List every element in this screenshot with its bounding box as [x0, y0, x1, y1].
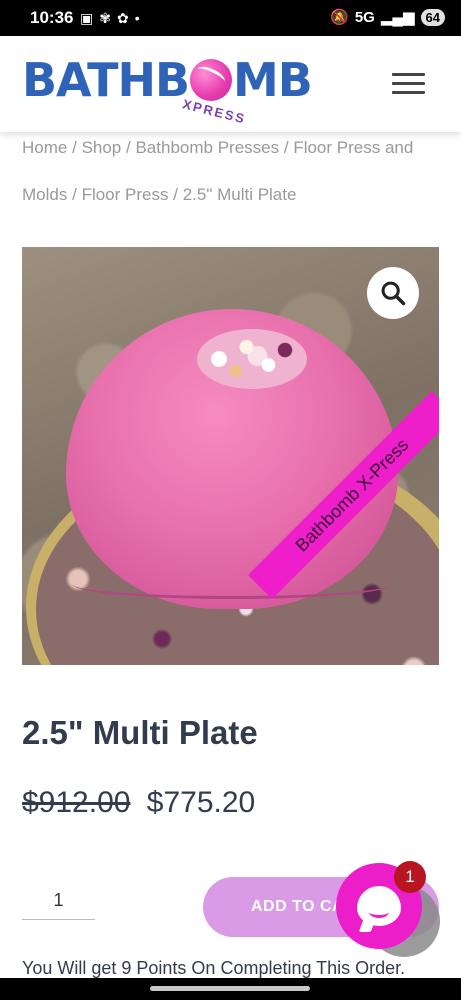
status-bar: 10:36 ▣ ✾ ✿ • 🔕 5G ▂▄▆ 64	[0, 0, 461, 36]
logo-text-right: MB	[233, 53, 313, 107]
status-system-icons: 🔕 5G ▂▄▆ 64	[330, 8, 445, 26]
flower-icon: ✿	[116, 10, 129, 26]
home-gesture-pill[interactable]	[150, 986, 310, 991]
quantity-input[interactable]	[22, 880, 95, 920]
original-price: $912.00	[22, 786, 131, 819]
breadcrumb-separator: /	[126, 138, 131, 157]
logo-text-left: BATHB	[22, 53, 190, 107]
pinwheel-icon: ✾	[99, 10, 111, 26]
status-notification-icons: ▣ ✾ ✿ •	[80, 9, 140, 27]
bathbomb-ball-icon	[190, 59, 233, 101]
reward-points-notice: You Will get 9 Points On Completing This…	[22, 958, 406, 978]
breadcrumb-floor-press[interactable]: Floor Press	[82, 185, 169, 204]
breadcrumb-separator: /	[173, 185, 178, 204]
product-title: 2.5" Multi Plate	[22, 714, 258, 751]
bath-bomb-sprinkles	[197, 329, 307, 389]
network-label: 5G	[354, 8, 375, 26]
chat-unread-badge: 1	[394, 861, 426, 893]
status-time: 10:36	[30, 8, 74, 27]
battery-icon: 64	[420, 8, 445, 26]
breadcrumb-separator: /	[72, 185, 77, 204]
breadcrumb-separator: /	[283, 138, 289, 157]
hamburger-menu-icon[interactable]	[392, 73, 425, 95]
bath-bomb-seam	[72, 569, 392, 599]
dot-icon: •	[134, 10, 140, 26]
breadcrumb-shop[interactable]: Shop	[82, 138, 122, 157]
signal-icon: ▂▄▆	[380, 9, 415, 26]
breadcrumb-separator: /	[72, 138, 77, 157]
breadcrumb-bathbomb-presses[interactable]: Bathbomb Presses	[135, 138, 279, 157]
breadcrumb-current: 2.5" Multi Plate	[182, 185, 297, 204]
breadcrumb: Home / Shop / Bathbomb Presses / Floor P…	[22, 124, 442, 218]
site-header: BATHB MB XPRESS	[0, 36, 461, 132]
mute-icon: 🔕	[330, 9, 349, 26]
screenshot-icon: ▣	[80, 10, 94, 26]
sale-price: $775.20	[146, 786, 256, 819]
zoom-button[interactable]	[367, 267, 419, 319]
chat-bubble-icon	[357, 886, 401, 926]
product-image[interactable]: Bathbomb X-Press	[22, 247, 439, 665]
price-row: $912.00 $775.20	[22, 786, 255, 820]
magnifier-icon	[381, 281, 406, 306]
gesture-nav-bar	[0, 978, 461, 1000]
site-logo[interactable]: BATHB MB XPRESS	[22, 53, 313, 127]
breadcrumb-home[interactable]: Home	[22, 138, 67, 157]
logo-wordmark: BATHB MB	[22, 53, 313, 107]
